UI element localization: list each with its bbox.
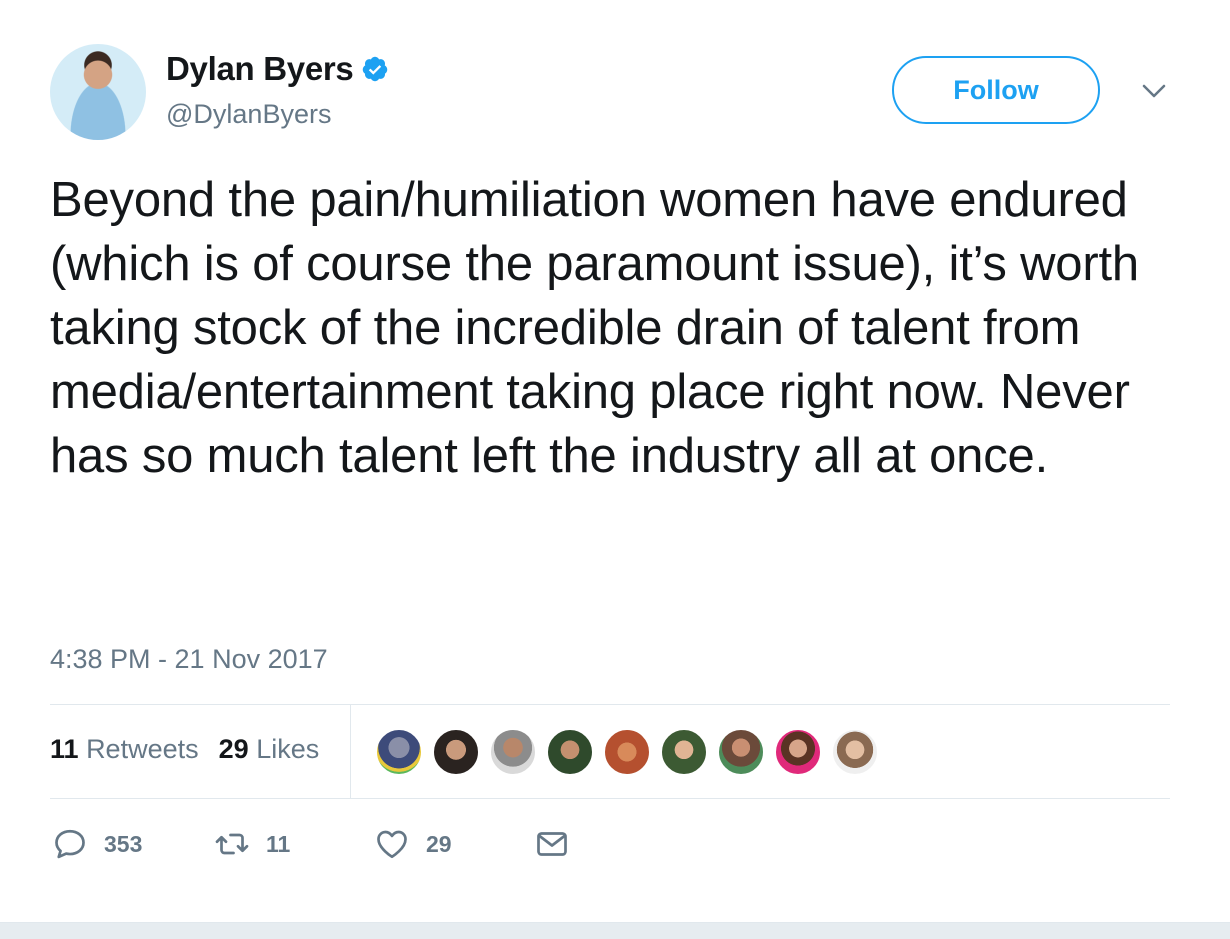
reply-icon bbox=[55, 829, 85, 859]
envelope-icon bbox=[537, 832, 567, 856]
stats-divider-top bbox=[50, 704, 1170, 705]
author-name-row: Dylan Byers bbox=[166, 50, 389, 88]
liker-avatar[interactable] bbox=[831, 728, 879, 776]
retweet-icon bbox=[215, 833, 249, 855]
chevron-down-icon[interactable] bbox=[1140, 80, 1168, 102]
page-footer-strip bbox=[0, 922, 1230, 939]
retweets-stat-label: Retweets bbox=[86, 734, 199, 764]
likes-stat-label: Likes bbox=[256, 734, 320, 764]
reply-count: 353 bbox=[104, 830, 143, 857]
likes-stat-count: 29 bbox=[218, 734, 249, 764]
liker-avatar[interactable] bbox=[546, 728, 594, 776]
author-handle[interactable]: @DylanByers bbox=[166, 99, 331, 130]
like-button[interactable]: 29 bbox=[374, 826, 452, 862]
verified-badge-icon bbox=[363, 56, 388, 82]
avatar[interactable] bbox=[50, 44, 146, 140]
tweet-timestamp[interactable]: 4:38 PM - 21 Nov 2017 bbox=[50, 644, 328, 675]
liker-avatar[interactable] bbox=[774, 728, 822, 776]
heart-icon bbox=[377, 830, 407, 859]
liker-avatars bbox=[375, 728, 879, 776]
engagement-stats: 11 Retweets 29 Likes bbox=[50, 734, 319, 765]
stats-divider-vertical bbox=[350, 705, 351, 798]
likes-stat[interactable]: 29 Likes bbox=[219, 734, 320, 765]
liker-avatar[interactable] bbox=[717, 728, 765, 776]
direct-message-button[interactable] bbox=[534, 826, 570, 862]
liker-avatar[interactable] bbox=[603, 728, 651, 776]
display-name[interactable]: Dylan Byers bbox=[166, 50, 354, 88]
retweets-stat-count: 11 bbox=[50, 734, 79, 764]
tweet-text: Beyond the pain/humiliation women have e… bbox=[50, 173, 1139, 483]
liker-avatar[interactable] bbox=[375, 728, 423, 776]
retweet-button[interactable]: 11 bbox=[214, 826, 290, 862]
liker-avatar[interactable] bbox=[660, 728, 708, 776]
like-count: 29 bbox=[426, 830, 452, 857]
retweets-stat[interactable]: 11 Retweets bbox=[50, 734, 199, 765]
stats-divider-bottom bbox=[50, 798, 1170, 799]
retweet-count: 11 bbox=[266, 830, 291, 857]
reply-button[interactable]: 353 bbox=[52, 826, 142, 862]
liker-avatar[interactable] bbox=[432, 728, 480, 776]
follow-button[interactable]: Follow bbox=[892, 56, 1100, 124]
tweet-card: Dylan Byers @DylanByers Follow Beyond th… bbox=[0, 0, 1230, 924]
liker-avatar[interactable] bbox=[489, 728, 537, 776]
